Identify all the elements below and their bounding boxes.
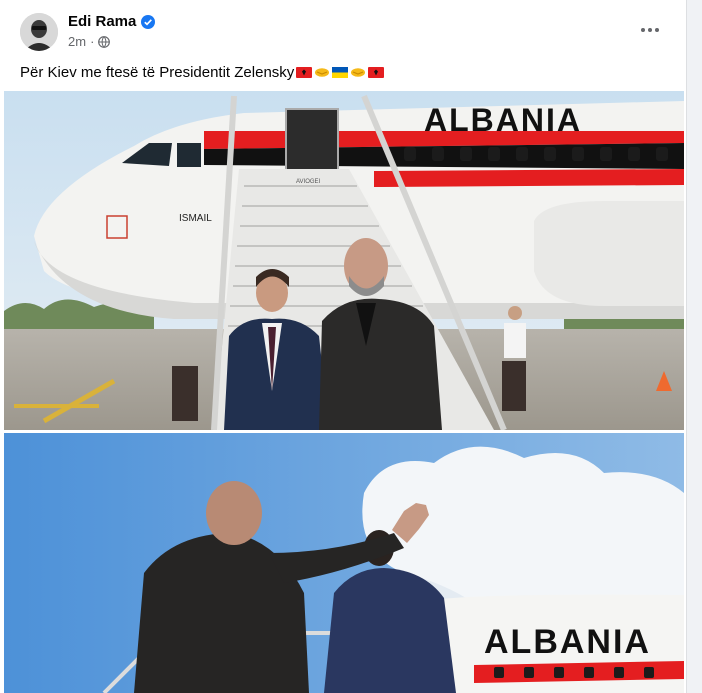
livery-text: ALBANIA — [424, 102, 582, 138]
handshake-icon — [315, 67, 330, 77]
more-options-icon[interactable] — [636, 18, 664, 42]
post-meta: 2m · — [68, 34, 111, 49]
post-card: Edi Rama 2m · Për Kiev me ftesë të Presi… — [0, 0, 687, 693]
handshake-icon — [351, 67, 366, 77]
stair-brand: AVIOGEI — [296, 179, 321, 185]
verified-badge-icon — [141, 14, 156, 29]
plane-name: ISMAIL — [179, 213, 212, 224]
post-header: Edi Rama 2m · — [0, 0, 686, 60]
ukraine-flag-icon — [332, 66, 349, 78]
meta-separator: · — [90, 34, 95, 49]
post-timestamp[interactable]: 2m — [68, 34, 86, 49]
photo-boarding-wave[interactable]: ALBANIA — [4, 433, 684, 693]
caption-text: Për Kiev me ftesë të Presidentit Zelensk… — [20, 63, 295, 81]
post-caption: Për Kiev me ftesë të Presidentit Zelensk… — [20, 62, 385, 82]
avatar-portrait — [20, 13, 58, 51]
albania-flag-icon — [296, 66, 313, 78]
photo-plane-stairs[interactable]: ALBANIA ISMAIL AVIOGEI — [4, 91, 684, 430]
avatar[interactable] — [20, 13, 58, 51]
globe-icon[interactable] — [98, 35, 111, 48]
albania-flag-icon — [368, 66, 385, 78]
author-row: Edi Rama — [68, 13, 156, 30]
author-name[interactable]: Edi Rama — [68, 13, 136, 30]
livery-text: ALBANIA — [484, 623, 651, 661]
